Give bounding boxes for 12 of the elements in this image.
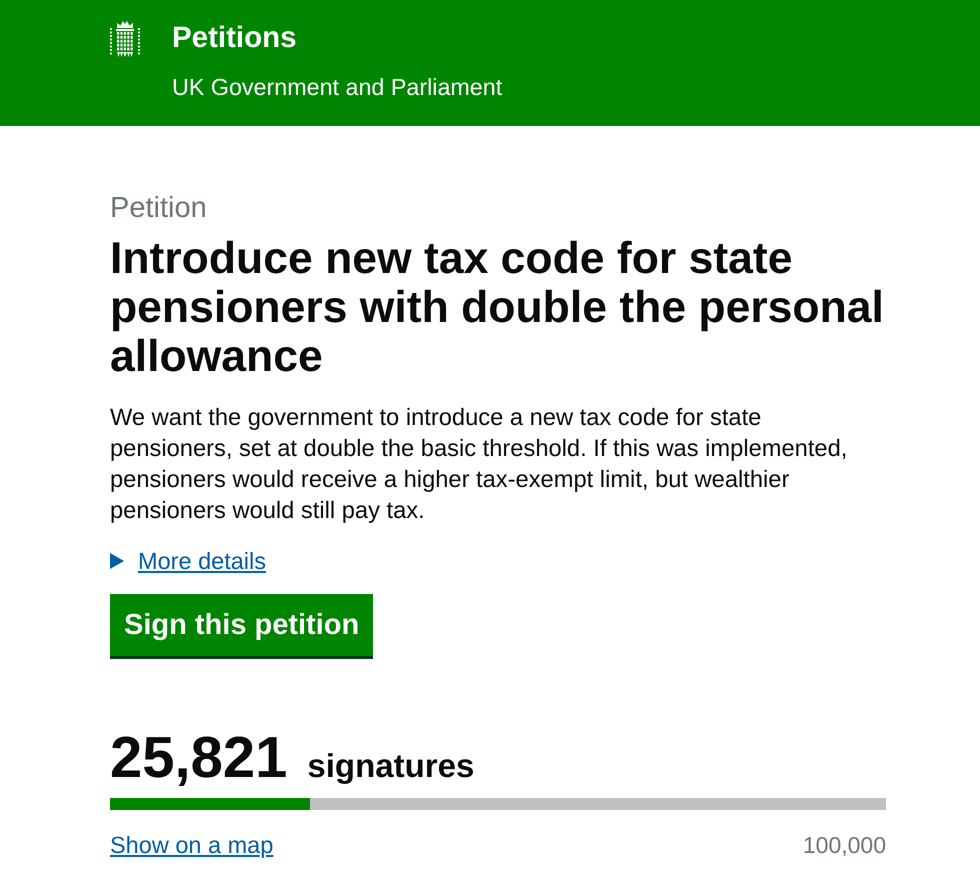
petition-title: Introduce new tax code for state pensioners with double the personal allowance xyxy=(110,234,885,381)
show-map-link[interactable]: Show on a map xyxy=(110,831,274,859)
more-details-link[interactable]: More details xyxy=(138,547,266,575)
site-title[interactable]: Petitions xyxy=(172,16,502,60)
signature-count: 25,821 xyxy=(110,725,288,791)
page-label: Petition xyxy=(110,192,208,224)
caret-right-icon[interactable] xyxy=(110,553,124,569)
site-subtitle: UK Government and Parliament xyxy=(172,74,502,100)
signature-unit: signatures xyxy=(307,747,474,785)
sign-petition-button[interactable]: Sign this petition xyxy=(110,594,374,656)
signature-target: 100,000 xyxy=(802,831,886,859)
petition-summary: We want the government to introduce a new tax code for state pensioners, set at double the basic threshold. If this was implemented, pensioners would receive a higher tax-exempt limit, but wealthier pensioners would still pay tax. xyxy=(110,404,848,526)
